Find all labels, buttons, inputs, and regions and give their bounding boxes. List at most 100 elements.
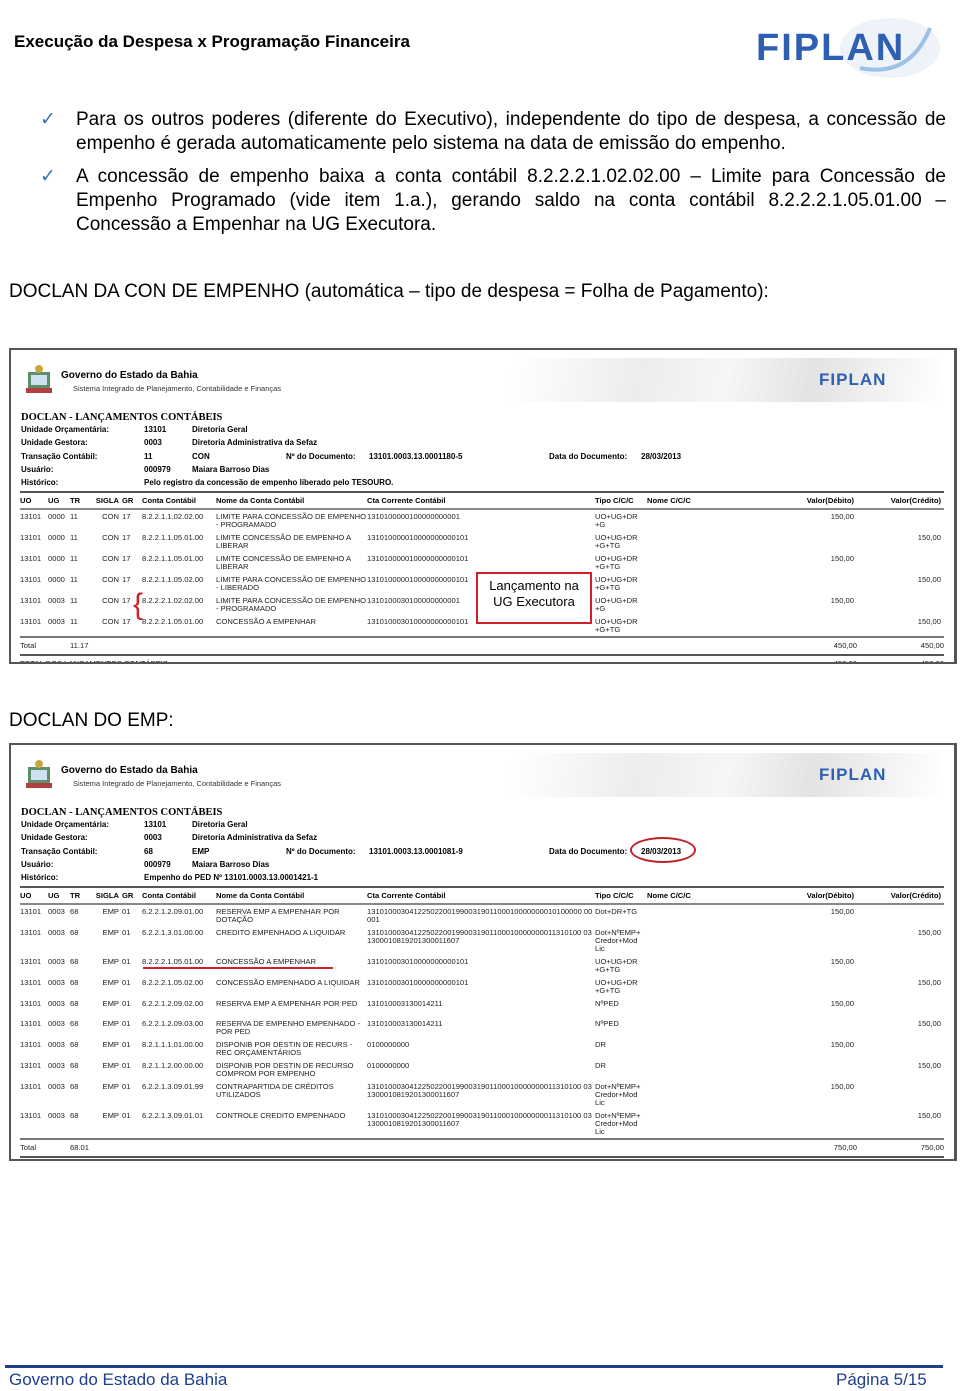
footer-organization: Governo do Estado da Bahia [9, 1370, 228, 1389]
column-header: Cta Corrente Contábil [367, 491, 595, 510]
table-cell: EMP [102, 957, 119, 966]
table-cell: 0003 [48, 907, 65, 916]
table-cell: LIMITE PARA CONCESSÃO DE EMPENHO - PROGR… [216, 596, 367, 613]
table-row: 13101 0003 68 EMP 01 8.2.2.2.1.05.02.00 CONCES… [20, 976, 944, 997]
government-name: Governo do Estado da Bahia [61, 370, 198, 381]
table-cell: 68 [70, 1082, 79, 1091]
total-row: Total 11.17 450,00 450,00 [20, 636, 944, 655]
table-cell: Dot+NºEMP+ Credor+Mod Lic [595, 1111, 641, 1136]
table-row: 13101 0003 68 EMP 01 8.2.1.1.2.00.00.00 DISPON… [20, 1059, 944, 1080]
table-cell [772, 926, 857, 955]
table-row: 13101 0003 68 EMP 01 8.2.2.2.1.05.01.00 CONCES… [20, 955, 944, 976]
column-header: TR [70, 886, 90, 905]
table-cell [647, 976, 772, 997]
bullet-item: ✓ A concessão de empenho baixa a conta c… [40, 165, 946, 237]
table-cell: 01 [122, 1061, 131, 1070]
column-header: UG [48, 491, 70, 510]
table-cell: Dot+NºEMP+ Credor+Mod Lic [595, 928, 641, 953]
table-cell: CONTROLE CREDITO EMPENHADO [216, 1111, 346, 1120]
user-label: Usuário: [21, 465, 54, 474]
table-cell: 01 [122, 907, 131, 916]
document-number: 13101.0003.13.0001180-5 [369, 452, 463, 461]
table-cell: 68 [70, 1040, 79, 1049]
svg-text:FIPLAN: FIPLAN [756, 27, 905, 69]
table-cell [772, 976, 857, 997]
table-cell [647, 573, 772, 594]
table-cell: 131010003130014211 [367, 1019, 443, 1028]
table-cell: 131010003010000000000101 [367, 957, 469, 966]
table-cell: 150,00 [917, 617, 941, 626]
column-header: Nome da Conta Contábil [216, 886, 367, 905]
table-cell: 0003 [48, 1082, 65, 1091]
total-code: 68.01 [48, 1138, 90, 1157]
document-metadata: Unidade Orçamentária: 13101 Diretoria Gera… [21, 423, 954, 491]
table-cell [647, 531, 772, 552]
date-highlight-circle [630, 837, 696, 863]
table-cell [647, 1017, 772, 1038]
table-cell: 01 [122, 928, 131, 937]
grand-total-label: TOTAL DOS LANÇAMENTOS CONTÁBEIS [20, 654, 772, 662]
table-cell: EMP [102, 978, 119, 987]
transaction-code: 68 [144, 847, 153, 856]
transaction-name: CON [192, 452, 210, 461]
document-date-label: Data do Documento: [549, 452, 628, 461]
table-cell: 13101 [20, 928, 42, 937]
table-cell: EMP [102, 1019, 119, 1028]
table-cell: 1310100030412250220019900319011000100000… [367, 1111, 592, 1128]
total-debit: 450,00 [772, 636, 857, 655]
table-cell: 13101 [20, 533, 42, 542]
column-header: TR [70, 491, 90, 510]
table-cell: 11 [70, 512, 78, 521]
table-cell: CONCESSÃO A EMPENHAR [216, 957, 317, 966]
column-header: Tipo C/C/C [595, 886, 647, 905]
total-credit: 450,00 [857, 636, 944, 655]
user-code: 000979 [144, 860, 171, 869]
spacer [90, 1138, 772, 1157]
table-cell: 150,00 [830, 512, 854, 521]
table-cell: 8.2.2.1.1.02.02.00 [142, 512, 204, 521]
column-header: Nome da Conta Contábil [216, 491, 367, 510]
table-cell: 13101 [20, 957, 42, 966]
table-cell [857, 997, 944, 1017]
table-cell: 6.2.2.1.2.09.01.00 [142, 907, 204, 916]
table-cell: UO+UG+DR +G+TG [595, 575, 638, 592]
grand-total-debit: 750,00 [772, 1156, 857, 1159]
column-header: UO [20, 491, 48, 510]
table-cell: 0000 [48, 512, 65, 521]
table-cell: 8.2.2.1.1.05.01.00 [142, 533, 204, 542]
table-cell: 150,00 [830, 999, 854, 1008]
table-cell [647, 926, 772, 955]
table-cell: UO+UG+DR +G [595, 512, 638, 529]
table-cell: 13101 [20, 1040, 42, 1049]
table-cell: 11 [70, 596, 78, 605]
table-cell: 131010000010000000000101 [367, 554, 469, 563]
table-cell: 150,00 [917, 928, 941, 937]
grand-total-row: TOTAL DOS LANÇAMENTOS CONTÁBEIS 450,00 450… [20, 654, 944, 662]
table-cell: DR [595, 1061, 606, 1070]
table-cell: 150,00 [917, 533, 941, 542]
table-cell: CONTRAPARTIDA DE CRÉDITOS UTILIZADOS [216, 1082, 334, 1099]
table-cell: 1310100030412250220019900319011000100000… [367, 1082, 592, 1099]
table-cell: 0003 [48, 1019, 65, 1028]
document-number: 13101.0003.13.0001081-9 [369, 847, 463, 856]
document-metadata: Unidade Orçamentária: 13101 Diretoria Gera… [21, 818, 954, 886]
column-header: UO [20, 886, 48, 905]
table-cell: CON [102, 575, 119, 584]
fiplan-logo: FIPLAN [819, 370, 887, 389]
table-cell: 1310100030412250220019900319011000100000… [367, 928, 592, 945]
table-cell: EMP [102, 928, 119, 937]
table-cell: CON [102, 512, 119, 521]
doclan-title: DOCLAN - LANÇAMENTOS CONTÁBEIS [21, 807, 223, 818]
user-code: 000979 [144, 465, 171, 474]
bullet-list: ✓ Para os outros poderes (diferente do E… [40, 108, 946, 246]
section-heading-emp: DOCLAN DO EMP: [9, 710, 174, 731]
table-cell: 0000 [48, 575, 65, 584]
grand-total-credit: 450,00 [857, 654, 944, 662]
column-header: GR [122, 886, 142, 905]
table-cell: UO+UG+DR +G+TG [595, 617, 638, 634]
table-cell [647, 509, 772, 531]
document-date-label: Data do Documento: [549, 847, 628, 856]
column-header: GR [122, 491, 142, 510]
table-cell: 01 [122, 1040, 131, 1049]
table-row: 13101 0000 11 CON 17 8.2.2.1.1.05.01.00 LIMITE… [20, 552, 944, 573]
